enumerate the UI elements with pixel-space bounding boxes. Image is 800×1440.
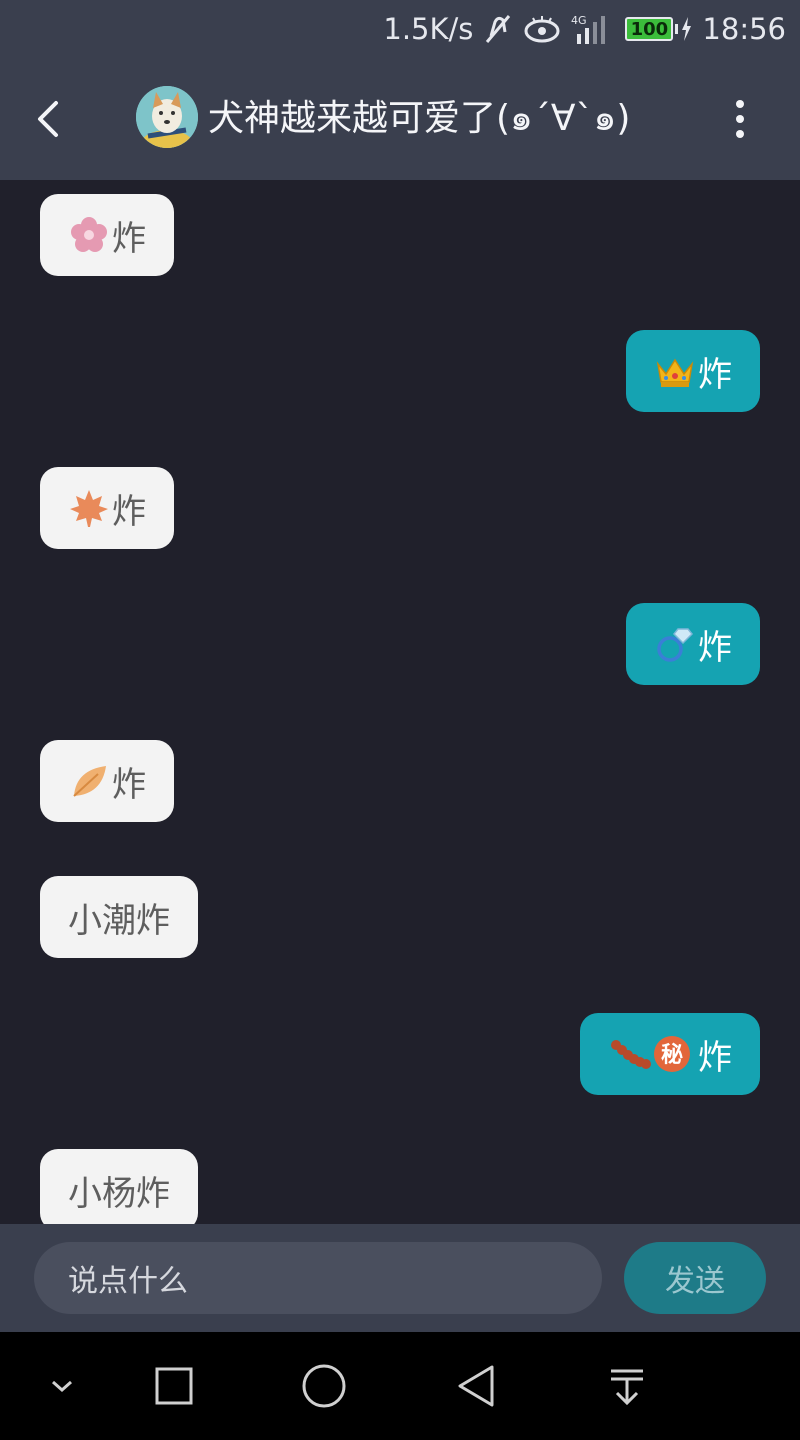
mute-icon <box>483 12 513 46</box>
chat-title: 犬神越来越可爱了(๑´∀`๑) <box>208 97 631 139</box>
hide-nav-button[interactable] <box>38 1362 86 1410</box>
system-nav-bar <box>0 1332 800 1440</box>
message-bubble-outgoing[interactable]: 秘 炸 <box>580 1013 760 1095</box>
message-input[interactable]: 说点什么 <box>34 1242 602 1314</box>
chevron-down-icon <box>52 1380 72 1393</box>
dot <box>736 100 744 108</box>
message-text: 小潮炸 <box>68 900 170 941</box>
message-bubble-incoming[interactable]: 小潮炸 <box>40 876 198 958</box>
message-text: 小杨炸 <box>68 1173 170 1214</box>
eye-icon <box>523 14 561 44</box>
square-icon <box>155 1367 193 1405</box>
message-list[interactable]: 炸 炸 炸 炸 炸 小潮炸 秘 炸 小杨炸 <box>0 180 800 1224</box>
input-bar: 说点什么 发送 <box>0 1224 800 1332</box>
message-bubble-incoming[interactable]: 小杨炸 <box>40 1149 198 1224</box>
message-text: 炸 <box>112 218 146 259</box>
message-text: 炸 <box>698 627 732 668</box>
message-text: 炸 <box>112 764 146 805</box>
maple-leaf-icon <box>68 487 110 529</box>
signal-icon: 4G <box>571 12 615 46</box>
avatar[interactable] <box>136 86 198 148</box>
network-type: 4G <box>571 14 587 27</box>
message-text: 炸 <box>698 354 732 395</box>
net-speed: 1.5K/s <box>383 12 474 46</box>
message-bubble-outgoing[interactable]: 炸 <box>626 603 760 685</box>
input-placeholder: 说点什么 <box>68 1264 188 1299</box>
charging-icon <box>682 17 692 41</box>
triangle-back-icon <box>458 1365 494 1407</box>
crown-icon <box>654 350 696 392</box>
message-bubble-outgoing[interactable]: 炸 <box>626 330 760 412</box>
recents-button[interactable] <box>150 1362 198 1410</box>
more-options-button[interactable] <box>720 92 760 146</box>
back-nav-button[interactable] <box>452 1362 500 1410</box>
message-bubble-incoming[interactable]: 炸 <box>40 467 174 549</box>
status-bar: 1.5K/s 4G 100 18:56 <box>0 0 800 58</box>
dot <box>736 115 744 123</box>
home-button[interactable] <box>300 1362 348 1410</box>
message-bubble-incoming[interactable]: 炸 <box>40 194 174 276</box>
pull-down-icon <box>611 1369 643 1406</box>
dot <box>736 130 744 138</box>
circle-icon <box>302 1364 346 1408</box>
chat-header: 犬神越来越可爱了(๑´∀`๑) <box>0 58 800 180</box>
svg-text:秘: 秘 <box>661 1042 683 1068</box>
caterpillar-secret-icon: 秘 <box>608 1033 696 1075</box>
message-bubble-incoming[interactable]: 炸 <box>40 740 174 822</box>
flower-icon <box>68 214 110 256</box>
battery-indicator: 100 <box>625 17 692 41</box>
message-text: 炸 <box>112 491 146 532</box>
send-button[interactable]: 发送 <box>624 1242 766 1314</box>
chat-title-area[interactable]: 犬神越来越可爱了(๑´∀`๑) <box>136 84 630 150</box>
ring-icon <box>654 623 696 665</box>
notification-pull-button[interactable] <box>603 1362 651 1410</box>
message-text: 炸 <box>698 1037 732 1078</box>
clock: 18:56 <box>702 12 786 46</box>
chevron-left-icon <box>38 101 58 137</box>
battery-level: 100 <box>625 17 674 41</box>
leaf-icon <box>68 760 110 802</box>
back-button[interactable] <box>26 92 70 146</box>
